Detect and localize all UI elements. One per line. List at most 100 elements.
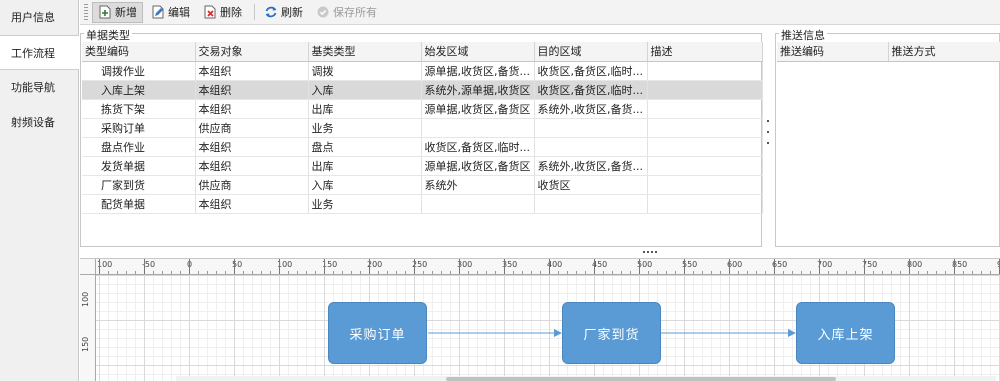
- cell-from-area[interactable]: 系统外: [421, 175, 535, 195]
- col-header-description[interactable]: 描述: [647, 42, 763, 62]
- delete-button[interactable]: 删除: [198, 2, 247, 23]
- cell-trade-party[interactable]: 本组织: [195, 80, 309, 100]
- cell-to-area[interactable]: 收货区,备货区,临时...: [534, 80, 648, 100]
- cell-to-area[interactable]: [534, 118, 648, 138]
- designer-horizontal-scrollbar[interactable]: [176, 376, 996, 381]
- edit-label: 编辑: [168, 6, 190, 19]
- nav-item-user-info[interactable]: 用户信息: [0, 0, 78, 35]
- cell-to-area[interactable]: [534, 137, 648, 157]
- cell-base-type[interactable]: 出库: [308, 156, 422, 176]
- add-label: 新增: [115, 6, 137, 19]
- cell-description[interactable]: [647, 80, 763, 100]
- flow-node-putaway[interactable]: 入库上架: [796, 302, 895, 364]
- new-document-icon: [98, 5, 112, 19]
- table-row[interactable]: 发货单据 本组织 出库 源单据,收货区,备货区 系统外,收货区,备货...: [82, 156, 763, 176]
- cell-type-code[interactable]: 采购订单: [82, 118, 196, 138]
- cell-type-code[interactable]: 发货单据: [82, 156, 196, 176]
- cell-base-type[interactable]: 入库: [308, 175, 422, 195]
- delete-icon: [203, 5, 217, 19]
- cell-description[interactable]: [647, 175, 763, 195]
- cell-base-type[interactable]: 出库: [308, 99, 422, 119]
- col-header-trade-party[interactable]: 交易对象: [195, 42, 309, 62]
- table-row[interactable]: 厂家到货 供应商 入库 系统外 收货区: [82, 175, 763, 195]
- cell-from-area[interactable]: 源单据,收货区,备货区: [421, 99, 535, 119]
- vertical-splitter-handle[interactable]: [766, 120, 770, 144]
- nav-item-workflow[interactable]: 工作流程: [0, 35, 79, 70]
- cell-base-type[interactable]: 调拨: [308, 61, 422, 81]
- cell-from-area[interactable]: 源单据,收货区,备货...: [421, 61, 535, 81]
- delete-label: 删除: [220, 6, 242, 19]
- flow-node-vendor-arrival[interactable]: 厂家到货: [562, 302, 661, 364]
- edit-button[interactable]: 编辑: [146, 2, 195, 23]
- nav-item-function-nav[interactable]: 功能导航: [0, 70, 78, 105]
- col-header-push-code[interactable]: 推送编码: [777, 42, 889, 62]
- cell-to-area[interactable]: 收货区: [534, 175, 648, 195]
- edit-icon: [151, 5, 165, 19]
- save-all-label: 保存所有: [333, 6, 377, 19]
- cell-from-area[interactable]: 系统外,源单据,收货区: [421, 80, 535, 100]
- cell-type-code[interactable]: 厂家到货: [82, 175, 196, 195]
- cell-from-area[interactable]: [421, 194, 535, 214]
- cell-base-type[interactable]: 业务: [308, 118, 422, 138]
- cell-trade-party[interactable]: 供应商: [195, 118, 309, 138]
- nav-item-rf-device[interactable]: 射频设备: [0, 105, 78, 140]
- cell-to-area[interactable]: 系统外,收货区,备货...: [534, 99, 648, 119]
- cell-from-area[interactable]: [421, 118, 535, 138]
- push-info-grid: 推送编码 推送方式: [777, 42, 1000, 62]
- toolbar: 新增 编辑 删除 刷新 保存所有: [80, 0, 1000, 25]
- refresh-icon: [264, 5, 278, 19]
- cell-description[interactable]: [647, 99, 763, 119]
- cell-base-type[interactable]: 盘点: [308, 137, 422, 157]
- table-row[interactable]: 调拨作业 本组织 调拨 源单据,收货区,备货... 收货区,备货区,临时...: [82, 61, 763, 81]
- table-row[interactable]: 拣货下架 本组织 出库 源单据,收货区,备货区 系统外,收货区,备货...: [82, 99, 763, 119]
- app-window: 用户信息 工作流程 功能导航 射频设备 新增 编辑 删除 刷新 保存所有 单据类…: [0, 0, 1000, 381]
- refresh-label: 刷新: [281, 6, 303, 19]
- save-all-icon: [316, 5, 330, 19]
- cell-description[interactable]: [647, 118, 763, 138]
- table-row-selected[interactable]: 入库上架 本组织 入库 系统外,源单据,收货区 收货区,备货区,临时...: [82, 80, 763, 100]
- cell-from-area[interactable]: 源单据,收货区,备货区: [421, 156, 535, 176]
- cell-trade-party[interactable]: 本组织: [195, 137, 309, 157]
- cell-base-type[interactable]: 入库: [308, 80, 422, 100]
- cell-trade-party[interactable]: 本组织: [195, 156, 309, 176]
- cell-to-area[interactable]: 收货区,备货区,临时...: [534, 61, 648, 81]
- toolbar-grip[interactable]: [84, 4, 88, 20]
- cell-description[interactable]: [647, 156, 763, 176]
- cell-from-area[interactable]: 收货区,备货区,临时...: [421, 137, 535, 157]
- cell-type-code[interactable]: 配货单据: [82, 194, 196, 214]
- table-row[interactable]: 采购订单 供应商 业务: [82, 118, 763, 138]
- table-row[interactable]: 配货单据 本组织 业务: [82, 194, 763, 214]
- cell-type-code[interactable]: 入库上架: [82, 80, 196, 100]
- toolbar-separator: [254, 4, 255, 20]
- col-header-push-method[interactable]: 推送方式: [888, 42, 1000, 62]
- col-header-type-code[interactable]: 类型编码: [82, 42, 196, 62]
- cell-to-area[interactable]: 系统外,收货区,备货...: [534, 156, 648, 176]
- horizontal-splitter-handle[interactable]: [643, 251, 657, 254]
- cell-description[interactable]: [647, 61, 763, 81]
- cell-type-code[interactable]: 调拨作业: [82, 61, 196, 81]
- cell-to-area[interactable]: [534, 194, 648, 214]
- cell-base-type[interactable]: 业务: [308, 194, 422, 214]
- push-info-panel: 推送信息 推送编码 推送方式: [775, 27, 1000, 247]
- cell-trade-party[interactable]: 本组织: [195, 194, 309, 214]
- save-all-button[interactable]: 保存所有: [311, 2, 382, 23]
- add-button[interactable]: 新增: [92, 1, 143, 23]
- cell-description[interactable]: [647, 137, 763, 157]
- col-header-to-area[interactable]: 目的区域: [534, 42, 648, 62]
- cell-type-code[interactable]: 盘点作业: [82, 137, 196, 157]
- table-row[interactable]: 盘点作业 本组织 盘点 收货区,备货区,临时...: [82, 137, 763, 157]
- workflow-designer-canvas[interactable]: 100-500501001502002503003504004505005506…: [80, 258, 1000, 381]
- refresh-button[interactable]: 刷新: [259, 2, 308, 23]
- col-header-base-type[interactable]: 基类类型: [308, 42, 422, 62]
- cell-trade-party[interactable]: 供应商: [195, 175, 309, 195]
- scrollbar-thumb[interactable]: [446, 377, 836, 381]
- cell-description[interactable]: [647, 194, 763, 214]
- col-header-from-area[interactable]: 始发区域: [421, 42, 535, 62]
- left-nav: 用户信息 工作流程 功能导航 射频设备: [0, 0, 79, 381]
- doc-types-title: 单据类型: [84, 27, 132, 43]
- flow-node-purchase-order[interactable]: 采购订单: [328, 302, 427, 364]
- cell-trade-party[interactable]: 本组织: [195, 99, 309, 119]
- cell-trade-party[interactable]: 本组织: [195, 61, 309, 81]
- doc-types-grid: 类型编码 交易对象 基类类型 始发区域 目的区域 描述 调拨作业 本组织 调拨 …: [82, 42, 763, 214]
- cell-type-code[interactable]: 拣货下架: [82, 99, 196, 119]
